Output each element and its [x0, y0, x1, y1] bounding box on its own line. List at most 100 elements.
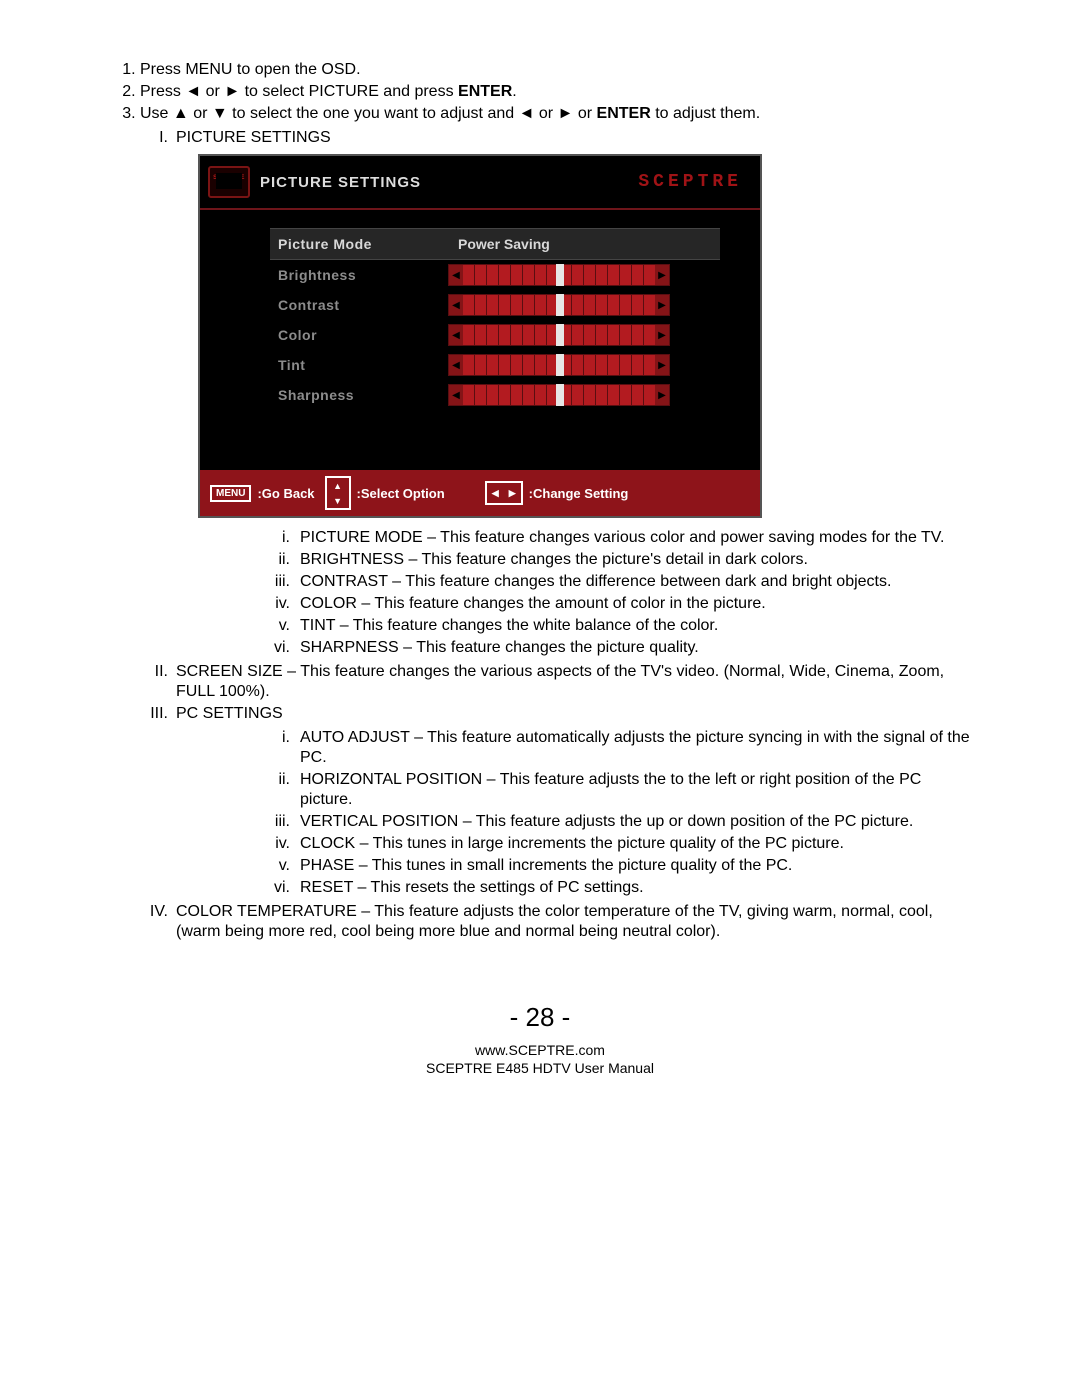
slider-thumb[interactable]: [556, 354, 564, 376]
text: to select PICTURE and press: [240, 83, 458, 100]
brand-logo: SCEPTRE: [638, 172, 742, 192]
text: to adjust them.: [651, 105, 760, 122]
slider-track: [463, 265, 655, 285]
text: or: [189, 105, 212, 122]
brand-small: SCEPTRE: [210, 175, 248, 181]
item-ii: ii.HORIZONTAL POSITION – This feature ad…: [260, 770, 970, 810]
item-i: i.AUTO ADJUST – This feature automatical…: [260, 728, 970, 768]
roman-numeral: I.: [130, 128, 176, 148]
slider[interactable]: ◀ ▶: [448, 324, 670, 346]
select-hint: ▲▼ :Select Option: [325, 476, 445, 510]
section-III-items: i.AUTO ADJUST – This feature automatical…: [260, 728, 970, 898]
roman-numeral: IV.: [130, 902, 176, 942]
label: :Go Back: [257, 486, 314, 501]
enter-key: ENTER: [458, 83, 512, 100]
section-I: I. PICTURE SETTINGS: [130, 128, 970, 148]
slider-track: [463, 295, 655, 315]
item-vi: vi.RESET – This resets the settings of P…: [260, 878, 970, 898]
numbered-steps: Press MENU to open the OSD. Press ◄ or ►…: [140, 60, 970, 124]
osd-row-sharpness[interactable]: Sharpness ◀ ▶: [270, 380, 720, 410]
right-arrow-icon: ►: [558, 105, 574, 122]
slider[interactable]: ◀ ▶: [448, 384, 670, 406]
roman-list: I. PICTURE SETTINGS: [130, 128, 970, 148]
right-arrow-icon[interactable]: ▶: [655, 270, 669, 281]
text: or: [534, 105, 557, 122]
left-arrow-icon[interactable]: ◀: [449, 390, 463, 401]
osd-body: Picture Mode Power Saving Brightness ◀ ▶…: [200, 210, 760, 470]
back-hint: MENU :Go Back: [210, 485, 315, 502]
section-III: III. PC SETTINGS: [130, 704, 970, 724]
item-iv: iv.COLOR – This feature changes the amou…: [260, 594, 970, 614]
section-IV: IV. COLOR TEMPERATURE – This feature adj…: [130, 902, 970, 942]
slider-track: [463, 355, 655, 375]
step-3: Use ▲ or ▼ to select the one you want to…: [140, 104, 970, 124]
manual-page: Press MENU to open the OSD. Press ◄ or ►…: [0, 0, 1080, 1117]
leftright-arrow-icon: ◀▶: [485, 481, 523, 505]
left-arrow-icon[interactable]: ◀: [449, 360, 463, 371]
osd-row-tint[interactable]: Tint ◀ ▶: [270, 350, 720, 380]
text: Use: [140, 105, 173, 122]
slider-thumb[interactable]: [556, 324, 564, 346]
section-text: COLOR TEMPERATURE – This feature adjusts…: [176, 902, 970, 942]
right-arrow-icon[interactable]: ▶: [655, 330, 669, 341]
section-I-items: i.PICTURE MODE – This feature changes va…: [260, 528, 970, 658]
step-2: Press ◄ or ► to select PICTURE and press…: [140, 82, 970, 102]
slider-thumb[interactable]: [556, 264, 564, 286]
left-arrow-icon[interactable]: ◀: [449, 270, 463, 281]
text: .: [512, 83, 516, 100]
left-arrow-icon: ◄: [519, 105, 535, 122]
slider-thumb[interactable]: [556, 294, 564, 316]
slider[interactable]: ◀ ▶: [448, 294, 670, 316]
section-II: II. SCREEN SIZE – This feature changes t…: [130, 662, 970, 702]
section-title: PICTURE SETTINGS: [176, 128, 970, 148]
right-arrow-icon: ►: [224, 83, 240, 100]
osd-screenshot: SCEPTRE PICTURE SETTINGS SCEPTRE Picture…: [198, 154, 762, 518]
step-1: Press MENU to open the OSD.: [140, 60, 970, 80]
item-iii: iii.VERTICAL POSITION – This feature adj…: [260, 812, 970, 832]
menu-key-icon: MENU: [210, 485, 251, 502]
right-arrow-icon[interactable]: ▶: [655, 300, 669, 311]
item-vi: vi.SHARPNESS – This feature changes the …: [260, 638, 970, 658]
osd-row-brightness[interactable]: Brightness ◀ ▶: [270, 260, 720, 290]
roman-list-end: IV. COLOR TEMPERATURE – This feature adj…: [130, 902, 970, 942]
osd-row-color[interactable]: Color ◀ ▶: [270, 320, 720, 350]
item-i: i.PICTURE MODE – This feature changes va…: [260, 528, 970, 548]
osd-footer: MENU :Go Back ▲▼ :Select Option ◀▶ :Chan…: [200, 470, 760, 516]
footer-manual: SCEPTRE E485 HDTV User Manual: [110, 1059, 970, 1077]
osd-header: SCEPTRE PICTURE SETTINGS SCEPTRE: [200, 156, 760, 210]
roman-numeral: II.: [130, 662, 176, 702]
osd-title: PICTURE SETTINGS: [260, 174, 421, 191]
slider[interactable]: ◀ ▶: [448, 264, 670, 286]
text: Press: [140, 83, 185, 100]
right-arrow-icon[interactable]: ▶: [655, 360, 669, 371]
label: Brightness: [270, 267, 448, 283]
label: Sharpness: [270, 387, 448, 403]
text: to select the one you want to adjust and: [228, 105, 519, 122]
updown-arrow-icon: ▲▼: [325, 476, 351, 510]
footer-url: www.SCEPTRE.com: [110, 1041, 970, 1059]
section-text: SCREEN SIZE – This feature changes the v…: [176, 662, 970, 702]
label: :Select Option: [357, 486, 445, 501]
value: Power Saving: [448, 236, 550, 252]
slider[interactable]: ◀ ▶: [448, 354, 670, 376]
roman-list-cont: II. SCREEN SIZE – This feature changes t…: [130, 662, 970, 724]
label: Color: [270, 327, 448, 343]
label: Picture Mode: [270, 236, 448, 252]
item-iv: iv.CLOCK – This tunes in large increment…: [260, 834, 970, 854]
item-iii: iii.CONTRAST – This feature changes the …: [260, 572, 970, 592]
down-arrow-icon: ▼: [212, 105, 228, 122]
right-arrow-icon[interactable]: ▶: [655, 390, 669, 401]
up-arrow-icon: ▲: [173, 105, 189, 122]
text: or: [573, 105, 596, 122]
slider-track: [463, 385, 655, 405]
left-arrow-icon[interactable]: ◀: [449, 300, 463, 311]
slider-thumb[interactable]: [556, 384, 564, 406]
osd-row-contrast[interactable]: Contrast ◀ ▶: [270, 290, 720, 320]
page-number: - 28 -: [110, 1002, 970, 1033]
change-hint: ◀▶ :Change Setting: [485, 481, 629, 505]
item-ii: ii.BRIGHTNESS – This feature changes the…: [260, 550, 970, 570]
osd-row-picture-mode[interactable]: Picture Mode Power Saving: [270, 228, 720, 260]
left-arrow-icon[interactable]: ◀: [449, 330, 463, 341]
roman-numeral: III.: [130, 704, 176, 724]
item-v: v.TINT – This feature changes the white …: [260, 616, 970, 636]
